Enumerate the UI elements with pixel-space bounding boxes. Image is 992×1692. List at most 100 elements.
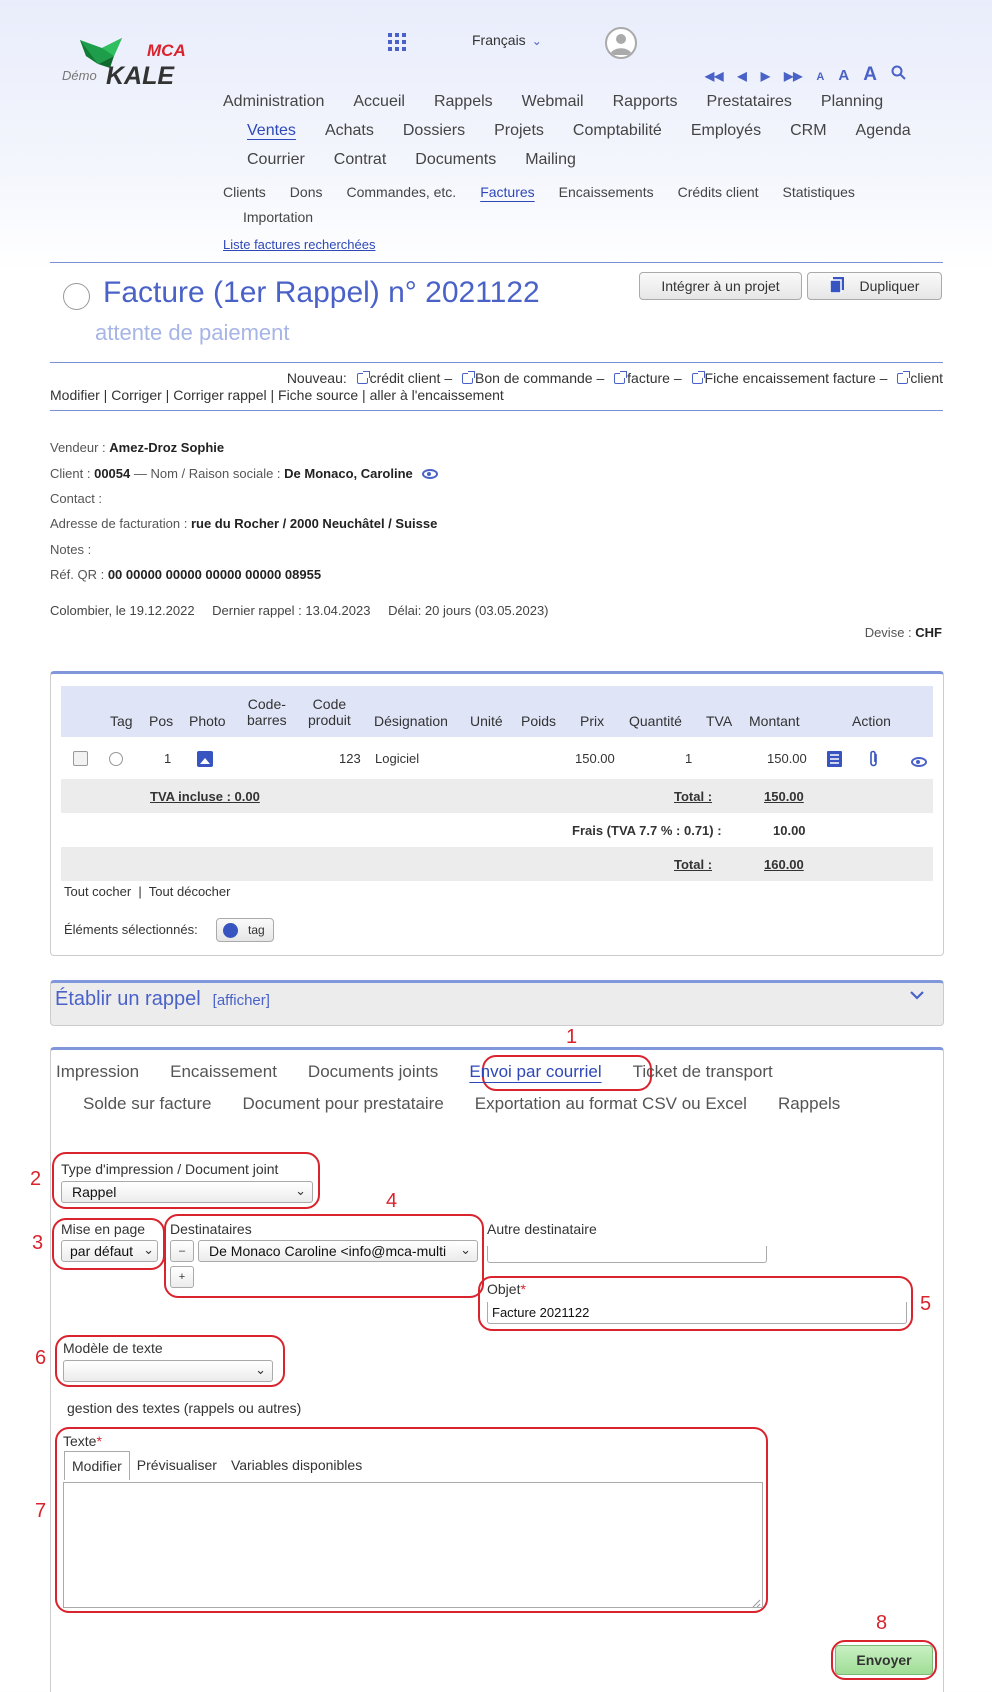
- col-photo: Photo: [189, 713, 226, 729]
- paperclip-icon[interactable]: [868, 750, 880, 771]
- nav-contrat[interactable]: Contrat: [334, 151, 386, 169]
- liste-factures-link[interactable]: Liste factures recherchées: [223, 237, 375, 252]
- nouveau-facture[interactable]: facture: [627, 370, 670, 386]
- tab-solde-facture[interactable]: Solde sur facture: [83, 1094, 212, 1114]
- nouveau-bon-commande[interactable]: Bon de commande: [475, 370, 593, 386]
- modele-texte-select[interactable]: ⌄: [63, 1360, 273, 1382]
- editor-tab-modifier[interactable]: Modifier: [64, 1451, 130, 1480]
- nav-dossiers[interactable]: Dossiers: [403, 122, 465, 140]
- editor-tab-previsualiser[interactable]: Prévisualiser: [130, 1451, 224, 1480]
- nav-agenda[interactable]: Agenda: [856, 122, 911, 140]
- nav-accueil[interactable]: Accueil: [353, 93, 405, 111]
- subnav-dons[interactable]: Dons: [290, 184, 323, 200]
- font-medium-icon[interactable]: A: [838, 67, 849, 84]
- required-mark: *: [520, 1281, 526, 1297]
- row-checkbox[interactable]: [73, 751, 88, 766]
- tab-impression[interactable]: Impression: [56, 1062, 139, 1082]
- editor-tab-variables[interactable]: Variables disponibles: [224, 1451, 369, 1480]
- action-encaissement[interactable]: aller à l'encaissement: [370, 387, 504, 403]
- tag-circle[interactable]: [63, 283, 90, 310]
- next-icon[interactable]: ▶: [761, 69, 770, 83]
- remove-recipient-button[interactable]: –: [170, 1240, 194, 1262]
- nav-employes[interactable]: Employés: [691, 122, 761, 140]
- nav-mailing[interactable]: Mailing: [525, 151, 576, 169]
- nav-courrier[interactable]: Courrier: [247, 151, 305, 169]
- cell-code-produit: 123: [339, 751, 361, 766]
- tab-rappels[interactable]: Rappels: [778, 1094, 840, 1114]
- apps-grid-icon[interactable]: [388, 33, 406, 51]
- afficher-link[interactable]: [afficher]: [213, 992, 270, 1009]
- tab-document-prestataire[interactable]: Document pour prestataire: [243, 1094, 444, 1114]
- nouveau-label: Nouveau:: [286, 370, 347, 386]
- action-corriger-rappel[interactable]: Corriger rappel: [173, 387, 266, 403]
- texte-label: Texte*: [63, 1433, 102, 1449]
- nouveau-credit-client[interactable]: crédit client: [370, 370, 441, 386]
- objet-label: Objet*: [487, 1281, 526, 1297]
- action-corriger[interactable]: Corriger: [111, 387, 162, 403]
- subnav-statistiques[interactable]: Statistiques: [783, 184, 855, 200]
- tout-decocher-link[interactable]: Tout décocher: [149, 884, 231, 899]
- previous-icon[interactable]: ◀: [737, 69, 746, 83]
- nav-crm[interactable]: CRM: [790, 122, 826, 140]
- tab-encaissement[interactable]: Encaissement: [170, 1062, 277, 1082]
- nouveau-fiche-encaissement[interactable]: Fiche encaissement facture: [705, 370, 876, 386]
- integrer-projet-button[interactable]: Intégrer à un projet: [639, 272, 802, 300]
- add-recipient-button[interactable]: +: [170, 1266, 194, 1288]
- nav-ventes[interactable]: Ventes: [247, 122, 296, 140]
- subnav-importation[interactable]: Importation: [243, 209, 313, 225]
- nouveau-client[interactable]: client: [910, 370, 943, 386]
- last-page-icon[interactable]: ▶▶: [784, 69, 802, 83]
- image-icon[interactable]: [197, 751, 213, 767]
- nav-administration[interactable]: Administration: [223, 93, 324, 111]
- nav-webmail[interactable]: Webmail: [522, 93, 584, 111]
- envoyer-button[interactable]: Envoyer: [835, 1645, 933, 1675]
- subnav-clients[interactable]: Clients: [223, 184, 266, 200]
- eye-icon[interactable]: [422, 469, 439, 479]
- language-selector[interactable]: Français ⌄: [472, 32, 542, 48]
- nav-projets[interactable]: Projets: [494, 122, 544, 140]
- font-large-icon[interactable]: A: [863, 64, 877, 86]
- dupliquer-button[interactable]: Dupliquer: [807, 272, 942, 300]
- gestion-textes-link[interactable]: gestion des textes (rappels ou autres): [67, 1400, 301, 1416]
- row-tag-radio[interactable]: [109, 752, 123, 766]
- subnav-credits-client[interactable]: Crédits client: [678, 184, 759, 200]
- user-avatar-icon[interactable]: [605, 27, 637, 59]
- action-fiche-source[interactable]: Fiche source: [278, 387, 358, 403]
- texte-editor[interactable]: [63, 1482, 763, 1608]
- nav-rappels[interactable]: Rappels: [434, 93, 493, 111]
- col-pos: Pos: [149, 713, 174, 729]
- subnav-factures[interactable]: Factures: [480, 184, 534, 200]
- nav-documents[interactable]: Documents: [415, 151, 496, 169]
- objet-input[interactable]: Facture 2021122: [487, 1302, 907, 1324]
- font-small-icon[interactable]: A: [816, 71, 824, 83]
- subnav-commandes[interactable]: Commandes, etc.: [346, 184, 456, 200]
- tab-documents-joints[interactable]: Documents joints: [308, 1062, 438, 1082]
- first-page-icon[interactable]: ◀◀: [705, 69, 723, 83]
- resize-handle-icon[interactable]: [751, 1596, 761, 1611]
- client-label: Client :: [50, 466, 91, 481]
- type-impression-select[interactable]: Rappel ⌄: [61, 1181, 313, 1203]
- nav-achats[interactable]: Achats: [325, 122, 374, 140]
- tab-envoi-courriel[interactable]: Envoi par courriel: [469, 1062, 601, 1082]
- type-impression-label: Type d'impression / Document joint: [61, 1161, 279, 1177]
- mise-en-page-select[interactable]: par défaut ⌄: [61, 1240, 158, 1262]
- search-icon[interactable]: [891, 65, 906, 83]
- subnav-encaissements[interactable]: Encaissements: [559, 184, 654, 200]
- nav-prestataires[interactable]: Prestataires: [707, 93, 792, 111]
- app-logo[interactable]: MCA Démo KALE: [62, 34, 212, 90]
- rappel-header[interactable]: Établir un rappel [afficher]: [55, 988, 270, 1011]
- tout-cocher-link[interactable]: Tout cocher: [64, 884, 131, 899]
- cell-prix: 150.00: [575, 751, 615, 766]
- tab-ticket-transport[interactable]: Ticket de transport: [633, 1062, 773, 1082]
- action-modifier[interactable]: Modifier: [50, 387, 100, 403]
- eye-icon[interactable]: [911, 757, 927, 767]
- nav-planning[interactable]: Planning: [821, 93, 883, 111]
- nav-comptabilite[interactable]: Comptabilité: [573, 122, 662, 140]
- document-icon[interactable]: [827, 751, 842, 770]
- destinataires-select[interactable]: De Monaco Caroline <info@mca-multi ⌄: [198, 1240, 478, 1262]
- tab-exportation-csv[interactable]: Exportation au format CSV ou Excel: [475, 1094, 747, 1114]
- autre-destinataire-input[interactable]: [487, 1246, 767, 1263]
- nav-rapports[interactable]: Rapports: [613, 93, 678, 111]
- tag-button[interactable]: tag: [216, 918, 274, 942]
- chevron-down-icon[interactable]: [909, 984, 925, 1005]
